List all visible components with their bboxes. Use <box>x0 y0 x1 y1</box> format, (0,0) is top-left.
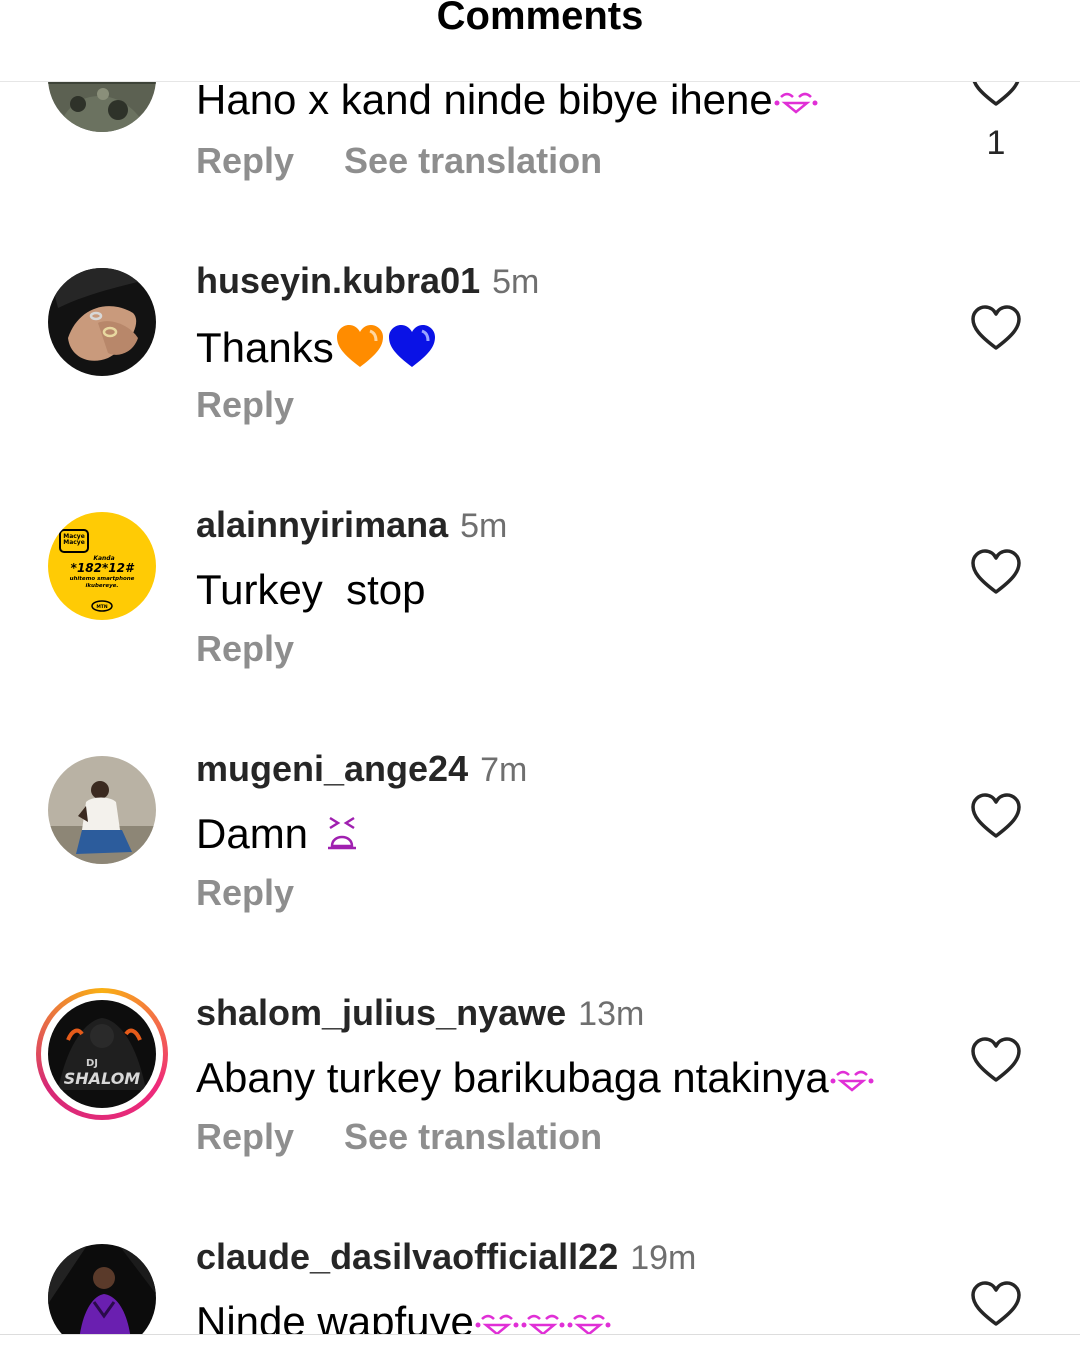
laughing-tears-emoji <box>829 1057 875 1105</box>
comment-meta: claude_dasilvaofficiall22 19m <box>196 1236 696 1278</box>
laughing-tears-emoji <box>773 79 819 127</box>
comment-meta: mugeni_ange24 7m <box>196 748 527 790</box>
avatar[interactable] <box>48 756 156 864</box>
like-count: 1 <box>986 124 1006 162</box>
comment-text: Thanks <box>196 322 438 380</box>
orange-heart-emoji <box>334 322 386 380</box>
svg-text:*182*12#: *182*12# <box>71 561 135 575</box>
laughing-tears-emoji <box>566 1301 612 1335</box>
username[interactable]: alainnyirimana <box>196 504 448 545</box>
svg-text:MTN: MTN <box>96 604 108 610</box>
comments-header: Comments <box>0 0 1080 82</box>
svg-text:DJ: DJ <box>86 1058 98 1069</box>
heart-outline-icon <box>971 305 1021 350</box>
comment-meta: alainnyirimana 5m <box>196 504 507 546</box>
reply-button[interactable]: Reply <box>196 1116 294 1158</box>
see-translation-button[interactable]: See translation <box>344 1116 602 1158</box>
comment-text: Damn <box>196 810 364 862</box>
avatar[interactable] <box>48 268 156 376</box>
laughing-tears-emoji <box>474 1301 520 1335</box>
avatar: DJ SHALOM <box>48 1000 156 1108</box>
reply-button[interactable]: Reply <box>196 872 294 914</box>
timestamp: 19m <box>630 1239 697 1277</box>
username[interactable]: shalom_julius_nyawe <box>196 992 566 1033</box>
reply-button[interactable]: Reply <box>196 384 294 426</box>
comment-actions: Reply See translation <box>196 1116 652 1158</box>
avatar[interactable]: Macye Macye Kanda *182*12# uhitemo smart… <box>48 512 156 620</box>
svg-text:ikubereye.: ikubereye. <box>86 583 119 589</box>
svg-text:uhitemo smartphone: uhitemo smartphone <box>70 576 135 582</box>
svg-text:Macye: Macye <box>63 539 85 546</box>
comment-text: Abany turkey barikubaga ntakinya <box>196 1054 875 1105</box>
comment-text: Hano x kand ninde bibye ihene <box>196 76 819 127</box>
comment-actions: Reply <box>196 628 344 670</box>
timestamp: 5m <box>460 507 508 545</box>
timestamp: 7m <box>480 751 528 789</box>
comment-text: Turkey stop <box>196 566 426 613</box>
comment-actions: Reply See translation <box>196 140 652 182</box>
like-button[interactable] <box>970 548 1022 596</box>
divider <box>0 1334 1080 1335</box>
comment-text: Ninde wapfuye <box>196 1298 612 1335</box>
comment-meta: huseyin.kubra01 5m <box>196 260 539 302</box>
heart-outline-icon <box>971 549 1021 594</box>
avatar-story-ring[interactable]: DJ SHALOM <box>36 988 168 1120</box>
heart-outline-icon <box>971 793 1021 838</box>
blue-heart-emoji <box>386 322 438 380</box>
username[interactable]: huseyin.kubra01 <box>196 260 480 301</box>
comments-list[interactable]: Hano x kand ninde bibye ihene Reply See t… <box>0 0 1080 1335</box>
heart-outline-icon <box>971 1281 1021 1326</box>
like-button[interactable] <box>970 792 1022 840</box>
avatar[interactable] <box>48 1244 156 1335</box>
comment-actions: Reply <box>196 384 344 426</box>
comment-actions: Reply <box>196 872 344 914</box>
like-button[interactable] <box>970 1280 1022 1328</box>
laughing-tears-emoji <box>520 1301 566 1335</box>
heart-outline-icon <box>971 1037 1021 1082</box>
see-translation-button[interactable]: See translation <box>344 140 602 182</box>
comment-meta: shalom_julius_nyawe 13m <box>196 992 644 1034</box>
like-button[interactable] <box>970 304 1022 352</box>
like-button[interactable] <box>970 1036 1022 1084</box>
reply-button[interactable]: Reply <box>196 628 294 670</box>
username[interactable]: mugeni_ange24 <box>196 748 468 789</box>
timestamp: 13m <box>578 995 645 1033</box>
tired-face-emoji <box>320 812 364 862</box>
svg-text:SHALOM: SHALOM <box>64 1069 141 1088</box>
reply-button[interactable]: Reply <box>196 140 294 182</box>
username[interactable]: claude_dasilvaofficiall22 <box>196 1236 618 1277</box>
page-title: Comments <box>436 0 644 38</box>
timestamp: 5m <box>492 263 540 301</box>
